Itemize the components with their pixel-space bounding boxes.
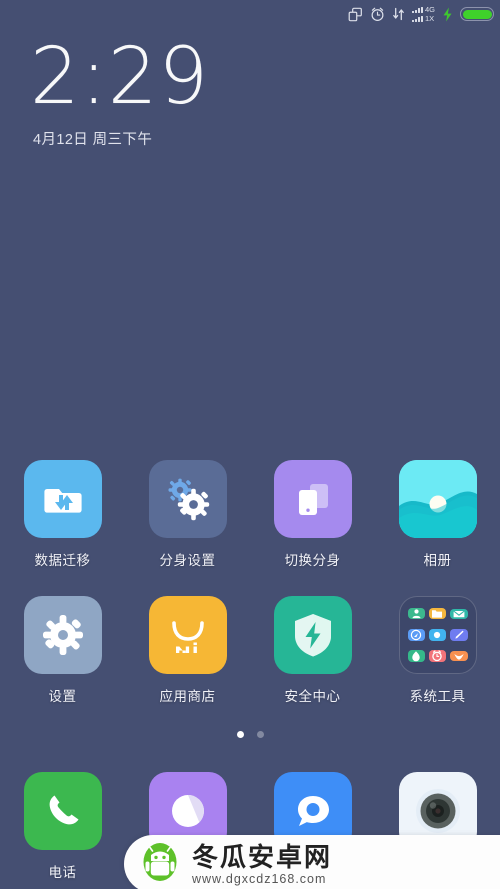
home-screen: 4G 1X 2:29 4月12日 周三下午 数据迁移 分身设置 切换分身 相册 … — [0, 0, 500, 889]
switch-dual-app-icon[interactable] — [273, 460, 352, 538]
page-indicator — [0, 731, 500, 738]
lightning-bolt-icon — [442, 7, 453, 22]
app-gallery[interactable]: 相册 — [375, 460, 500, 569]
battery-fill — [462, 9, 492, 19]
recorder-mini-icon — [428, 628, 447, 641]
file-manager-mini-icon — [428, 608, 447, 620]
app-system-tools-folder[interactable]: 系统工具 — [375, 596, 500, 705]
clock-mini-icon — [428, 650, 447, 663]
clock-widget[interactable]: 2:29 4月12日 周三下午 — [30, 36, 209, 149]
signal-bars-secondary — [411, 15, 423, 22]
app-app-store[interactable]: 应用商店 — [125, 596, 250, 705]
status-bar: 4G 1X — [0, 0, 500, 28]
multi-window-icon[interactable] — [348, 7, 363, 22]
app-label: 电话 — [48, 865, 77, 880]
watermark-url: www.dgxcdz168.com — [192, 871, 327, 886]
network-type-secondary: 1X — [424, 13, 435, 23]
signal-strength-icon: 4G 1X — [411, 4, 435, 23]
watermark-title: 冬瓜安卓网 — [192, 841, 333, 872]
contacts-mini-icon — [407, 608, 425, 620]
app-security-center[interactable]: 安全中心 — [250, 596, 375, 705]
app-label: 应用商店 — [159, 689, 216, 704]
page-dot-1[interactable] — [236, 731, 244, 738]
app-store-icon[interactable] — [148, 596, 227, 674]
clock-date: 4月12日 周三下午 — [33, 132, 153, 148]
app-label: 数据迁移 — [34, 553, 91, 568]
app-label: 设置 — [48, 689, 77, 704]
app-label: 系统工具 — [409, 689, 466, 704]
network-type-primary: 4G — [424, 4, 435, 14]
gallery-icon[interactable] — [398, 460, 477, 538]
app-settings[interactable]: 设置 — [0, 596, 125, 705]
site-watermark: 冬瓜安卓网 www.dgxcdz168.com — [124, 835, 500, 889]
app-dual-app-settings[interactable]: 分身设置 — [125, 460, 250, 569]
alarm-clock-icon[interactable] — [370, 7, 385, 22]
app-row-2: 设置 应用商店 安全中心 系统工具 — [0, 596, 500, 705]
battery-icon — [460, 7, 494, 21]
clock-time: 2:29 — [30, 32, 210, 122]
app-label: 分身设置 — [159, 553, 216, 568]
system-tools-folder-icon[interactable] — [398, 596, 477, 674]
android-mascot-icon — [138, 840, 182, 889]
app-label: 切换分身 — [284, 553, 341, 568]
page-dot-2[interactable] — [256, 731, 264, 738]
notes-mini-icon — [450, 628, 468, 641]
app-label: 相册 — [423, 553, 452, 568]
dual-app-settings-icon[interactable] — [148, 460, 227, 538]
app-label: 安全中心 — [284, 689, 341, 704]
data-transfer-icon — [392, 7, 405, 21]
signal-bars-primary — [411, 6, 423, 13]
app-switch-dual-app[interactable]: 切换分身 — [250, 460, 375, 569]
flashlight-mini-icon — [407, 650, 425, 663]
mail-mini-icon — [450, 608, 468, 619]
app-row-1: 数据迁移 分身设置 切换分身 相册 — [0, 460, 500, 569]
security-center-icon[interactable] — [273, 596, 352, 674]
phone-icon[interactable] — [23, 772, 102, 850]
app-data-migration[interactable]: 数据迁移 — [0, 460, 125, 569]
data-migration-icon[interactable] — [23, 460, 102, 538]
weather-mini-icon — [450, 651, 468, 662]
settings-icon[interactable] — [23, 596, 102, 674]
app-phone[interactable]: 电话 — [0, 772, 125, 881]
browser-mini-icon — [407, 628, 425, 641]
